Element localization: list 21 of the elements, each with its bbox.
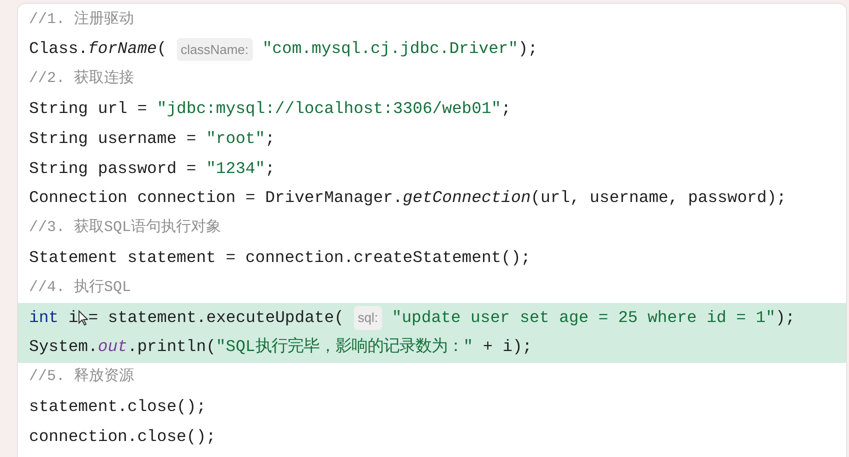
code-text: connection.close();	[29, 426, 216, 448]
parameter-hint: sql:	[354, 306, 382, 330]
parameter-hint: className:	[176, 38, 252, 62]
code-text: Class.forName(	[29, 38, 168, 60]
code-text: String url = "jdbc:mysql://localhost:3306/web01";	[29, 98, 511, 120]
code-comment: //1. 注册驱动	[29, 10, 134, 30]
mouse-pointer-icon	[78, 310, 88, 326]
code-comment: //2. 获取连接	[29, 68, 134, 90]
code-text: "com.mysql.cj.jdbc.Driver");	[261, 38, 538, 60]
code-text: statement.close();	[29, 396, 206, 418]
code-text: Statement statement = connection.createStatement();	[29, 246, 531, 269]
code-comment: //4. 执行SQL	[29, 278, 132, 298]
code-text: String username = "root";	[29, 128, 275, 150]
code-text: System.out.println("SQL执行完毕，影响的记录数为：" + i);	[29, 336, 532, 358]
code-comment: //3. 获取SQL语句执行对象	[29, 218, 222, 238]
code-text: = statement.executeUpdate(	[88, 306, 345, 329]
code-text: String password = "1234";	[29, 158, 275, 180]
code-text: Connection connection = DriverManager.getConnection(url, username, password);	[29, 187, 786, 210]
code-comment: //5. 释放资源	[29, 366, 134, 388]
code-text: int i	[29, 306, 78, 329]
code-text: "update user set age = 25 where id = 1");	[390, 306, 796, 329]
